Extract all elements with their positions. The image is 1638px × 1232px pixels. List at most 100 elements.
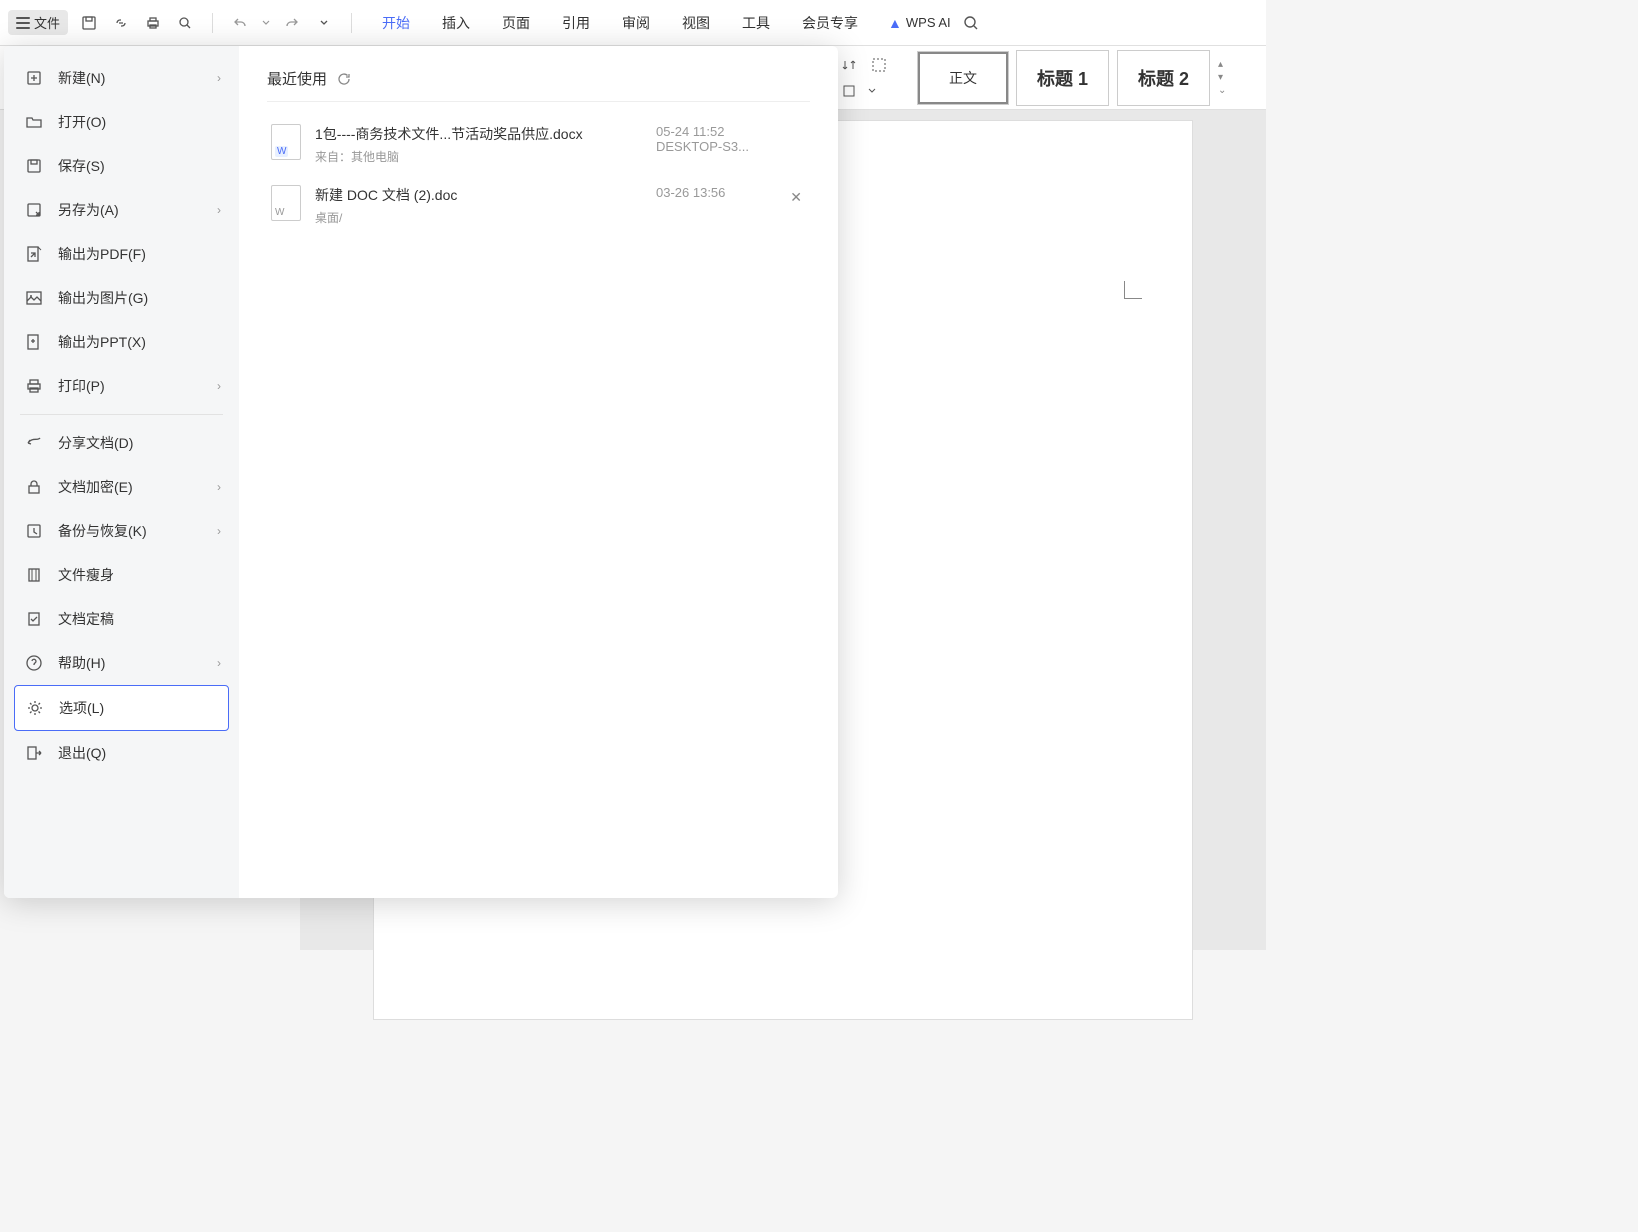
menu-item-final[interactable]: 文档定稿 [14,597,229,641]
recent-file-name: 新建 DOC 文档 (2).doc [315,185,642,205]
save-icon[interactable] [78,12,100,34]
recent-file-sub: 桌面/ [315,209,642,226]
file-menu-button[interactable]: 文件 [8,10,68,35]
recent-list: 1包----商务技术文件...节活动奖品供应.docx 来自：其他电脑 05-24 … [267,114,810,236]
print-icon[interactable] [142,12,164,34]
scroll-up-icon[interactable]: ▴ [1218,59,1226,70]
recent-item[interactable]: 新建 DOC 文档 (2).doc桌面/03-26 13:56✕ [267,175,810,236]
close-icon[interactable]: ✕ [790,189,802,206]
menu-item-slim[interactable]: 文件瘦身 [14,553,229,597]
recent-item[interactable]: 1包----商务技术文件...节活动奖品供应.docx 来自：其他电脑 05-24 … [267,114,810,175]
quick-access-toolbar [74,12,362,34]
recent-header: 最近使用 [267,68,810,102]
menu-item-image[interactable]: 输出为图片(G) [14,276,229,320]
menu-item-save[interactable]: 保存(S) [14,144,229,188]
recent-file-meta: 05-24 11:52DESKTOP-S3... [656,124,806,154]
wps-ai-button[interactable]: ▲ WPS AI [888,15,951,31]
menu-item-share[interactable]: 分享文档(D) [14,421,229,465]
menu-item-label: 文档加密(E) [58,477,133,497]
style-scroll-buttons[interactable]: ▴ ▾ ⌄ [1218,59,1226,96]
menu-item-backup[interactable]: 备份与恢复(K)› [14,509,229,553]
recent-file-name: 1包----商务技术文件...节活动奖品供应.docx [315,124,642,144]
menu-item-saveas[interactable]: 另存为(A)› [14,188,229,232]
border-dropdown-icon[interactable] [868,80,876,102]
tab-reference[interactable]: 引用 [560,9,592,37]
menu-item-label: 输出为PDF(F) [58,244,146,264]
style-heading2[interactable]: 标题 2 [1117,50,1210,106]
menu-item-plus[interactable]: 新建(N) › [14,56,229,100]
saveas-icon [24,200,44,220]
tab-vip[interactable]: 会员专享 [800,9,860,37]
chevron-right-icon: › [217,203,221,217]
recent-file-sub: 来自：其他电脑 [315,148,642,165]
file-menu-sidebar: 新建(N) › 打开(O) 保存(S) 另存为(A)› 输出为PDF(F) 输出为图片(G)… [4,46,239,898]
pdf-icon [24,244,44,264]
sort-icon[interactable] [838,54,860,76]
menu-item-label: 保存(S) [58,156,105,176]
tab-view[interactable]: 视图 [680,9,712,37]
lock-icon [24,477,44,497]
menu-item-label: 备份与恢复(K) [58,521,147,541]
border-icon[interactable] [838,80,860,102]
cursor-mark-icon [1124,281,1142,299]
chevron-right-icon: › [217,656,221,670]
search-icon[interactable] [963,15,979,31]
save-icon [24,156,44,176]
top-toolbar: 文件 开始 插入 页面 引用 审阅 视图 工具 会员专享 ▲ WPS AI [0,0,1266,46]
backup-icon [24,521,44,541]
select-all-icon[interactable] [868,54,890,76]
redo-icon[interactable] [281,12,303,34]
menu-item-label: 文档定稿 [58,609,114,629]
recent-file-info: 新建 DOC 文档 (2).doc 桌面/ [315,185,642,226]
share-icon [24,433,44,453]
undo-icon[interactable] [229,12,251,34]
file-icon [271,124,301,160]
menu-item-folder[interactable]: 打开(O) [14,100,229,144]
exit-icon [24,743,44,763]
print-preview-icon[interactable] [174,12,196,34]
ppt-icon [24,332,44,352]
file-menu-panel: 新建(N) › 打开(O) 保存(S) 另存为(A)› 输出为PDF(F) 输出为图片(G)… [4,46,838,898]
ai-logo-icon: ▲ [888,15,902,31]
menu-item-gear[interactable]: 选项(L) [14,685,229,731]
styles-gallery: 正文 标题 1 标题 2 ▴ ▾ ⌄ [918,50,1226,106]
menu-item-label: 帮助(H) [58,653,105,673]
link-icon[interactable] [110,12,132,34]
chevron-right-icon: › [217,480,221,494]
gear-icon [25,698,45,718]
separator [351,13,352,33]
menu-item-label: 新建(N) [58,68,105,88]
menu-item-help[interactable]: 帮助(H) › [14,641,229,685]
undo-dropdown-icon[interactable] [261,12,271,34]
menu-item-label: 选项(L) [59,698,104,718]
tab-page[interactable]: 页面 [500,9,532,37]
menu-item-exit[interactable]: 退出(Q) [14,731,229,775]
print-icon [24,376,44,396]
menu-item-ppt[interactable]: 输出为PPT(X) [14,320,229,364]
chevron-right-icon: › [217,379,221,393]
menu-item-pdf[interactable]: 输出为PDF(F) [14,232,229,276]
file-icon [271,185,301,221]
tab-review[interactable]: 审阅 [620,9,652,37]
menu-item-label: 输出为PPT(X) [58,332,146,352]
menu-item-label: 文件瘦身 [58,565,114,585]
refresh-icon[interactable] [337,72,351,86]
menu-item-label: 打开(O) [58,112,106,132]
final-icon [24,609,44,629]
style-heading1[interactable]: 标题 1 [1016,50,1109,106]
style-body[interactable]: 正文 [918,52,1008,104]
ribbon-small-icons [838,54,890,102]
scroll-more-icon[interactable]: ⌄ [1218,85,1226,96]
customize-dropdown-icon[interactable] [313,12,335,34]
menu-item-lock[interactable]: 文档加密(E) › [14,465,229,509]
scroll-down-icon[interactable]: ▾ [1218,72,1226,83]
chevron-right-icon: › [217,71,221,85]
file-label: 文件 [34,13,60,32]
tab-insert[interactable]: 插入 [440,9,472,37]
recent-file-info: 1包----商务技术文件...节活动奖品供应.docx 来自：其他电脑 [315,124,642,165]
help-icon [24,653,44,673]
tab-start[interactable]: 开始 [380,9,412,37]
tab-tools[interactable]: 工具 [740,9,772,37]
menu-item-print[interactable]: 打印(P)› [14,364,229,408]
menu-divider [20,414,223,415]
